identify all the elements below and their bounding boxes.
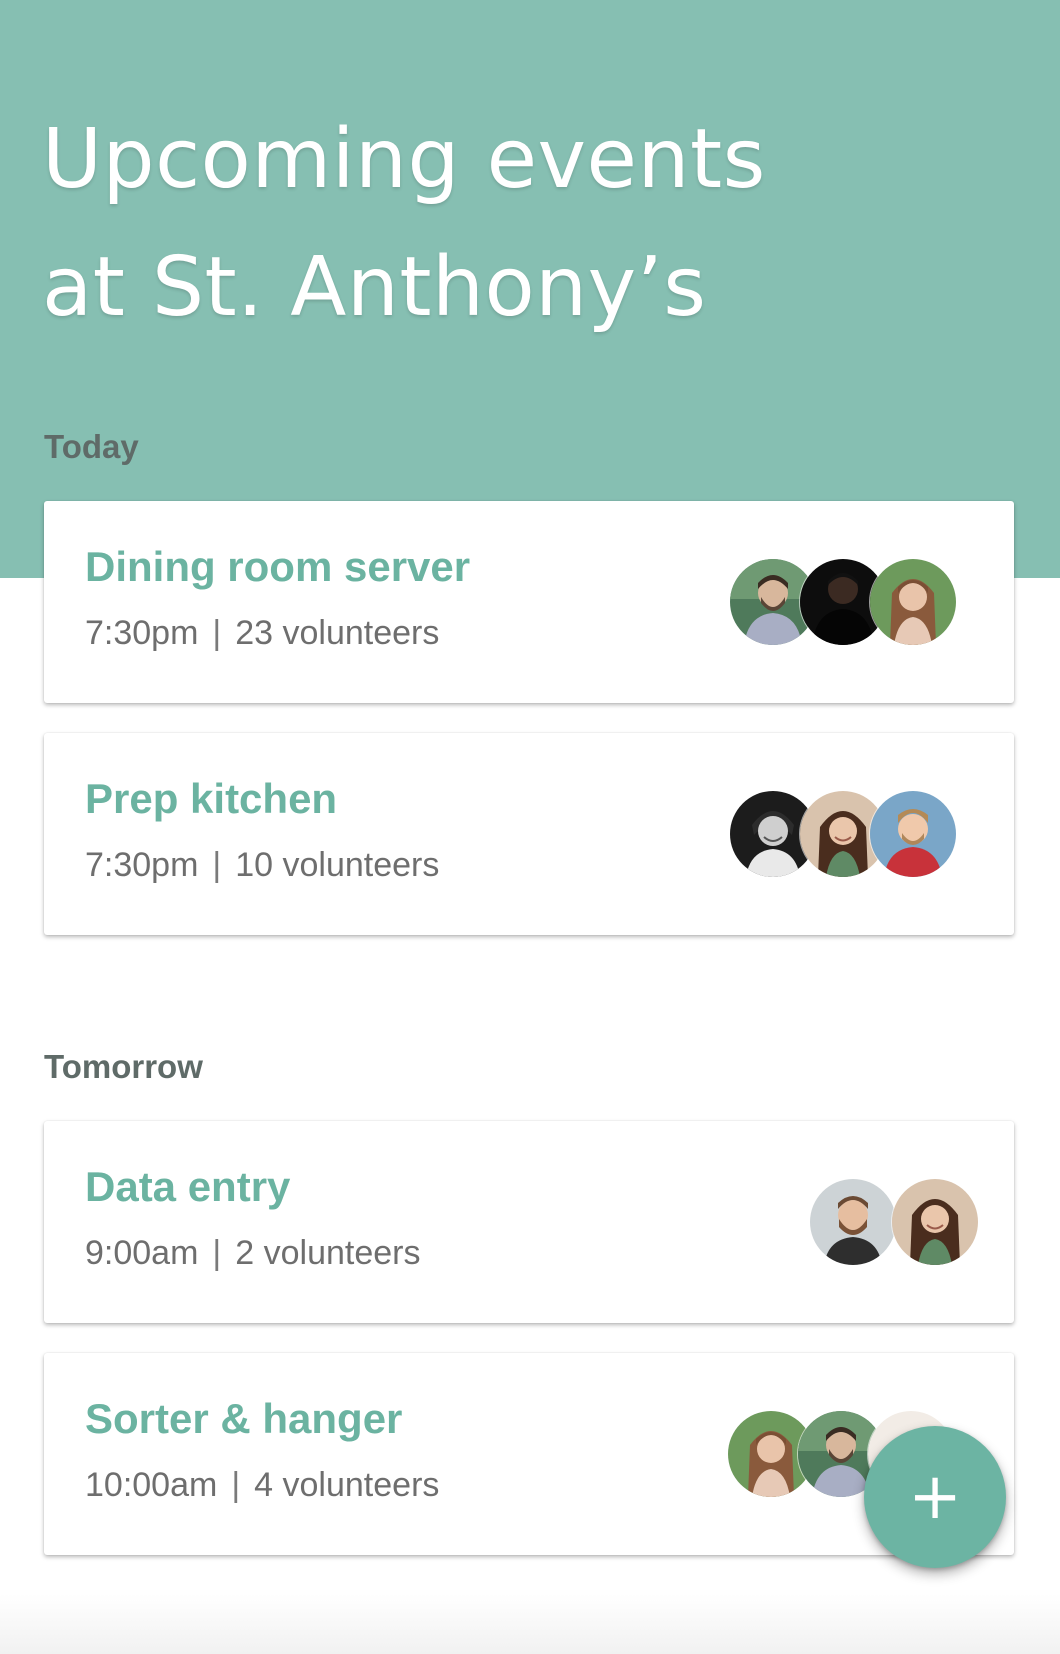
meta-separator: | xyxy=(212,614,222,652)
event-volunteer-count: 23 volunteers xyxy=(235,614,440,652)
meta-separator: | xyxy=(212,1234,222,1272)
event-card-sorter-hanger[interactable]: Sorter & hanger 10:00am | 4 volunteers xyxy=(44,1353,1014,1555)
event-title: Sorter & hanger xyxy=(85,1395,403,1442)
event-meta: 7:30pm | 23 volunteers xyxy=(85,614,439,653)
event-meta: 10:00am | 4 volunteers xyxy=(85,1466,439,1505)
event-time: 7:30pm xyxy=(85,614,199,652)
avatar-woman-smiling xyxy=(892,1179,978,1265)
volunteer-avatars[interactable] xyxy=(730,559,956,645)
event-meta: 7:30pm | 10 volunteers xyxy=(85,846,439,885)
section-label-today: Today xyxy=(44,428,139,465)
plus-icon: + xyxy=(908,1460,962,1534)
avatar-man-bearded-smiling xyxy=(810,1179,896,1265)
event-time: 7:30pm xyxy=(85,846,199,884)
event-time: 10:00am xyxy=(85,1466,218,1504)
bottom-shadow xyxy=(0,1594,1060,1654)
add-event-button[interactable]: + xyxy=(864,1426,1006,1568)
event-card-data-entry[interactable]: Data entry 9:00am | 2 volunteers xyxy=(44,1121,1014,1323)
event-card-prep-kitchen[interactable]: Prep kitchen 7:30pm | 10 volunteers xyxy=(44,733,1014,935)
event-title: Prep kitchen xyxy=(85,775,338,822)
page-title-line-2: at St. Anthony’s xyxy=(42,240,707,335)
volunteer-avatars[interactable] xyxy=(810,1179,978,1265)
event-volunteer-count: 10 volunteers xyxy=(235,846,440,884)
section-label-tomorrow: Tomorrow xyxy=(44,1048,203,1085)
meta-separator: | xyxy=(212,846,222,884)
event-meta: 9:00am | 2 volunteers xyxy=(85,1234,420,1273)
avatar-woman-long-hair xyxy=(870,559,956,645)
event-time: 9:00am xyxy=(85,1234,199,1272)
event-title: Dining room server xyxy=(85,543,471,590)
page-title: Upcoming events at St. Anthony’s xyxy=(42,96,766,352)
event-card-dining-room-server[interactable]: Dining room server 7:30pm | 23 volunteers xyxy=(44,501,1014,703)
meta-separator: | xyxy=(231,1466,241,1504)
page-title-line-1: Upcoming events xyxy=(42,112,766,207)
event-volunteer-count: 4 volunteers xyxy=(254,1466,440,1504)
avatar-man-blond xyxy=(870,791,956,877)
volunteer-avatars[interactable] xyxy=(730,791,956,877)
event-title: Data entry xyxy=(85,1163,291,1210)
event-volunteer-count: 2 volunteers xyxy=(235,1234,421,1272)
